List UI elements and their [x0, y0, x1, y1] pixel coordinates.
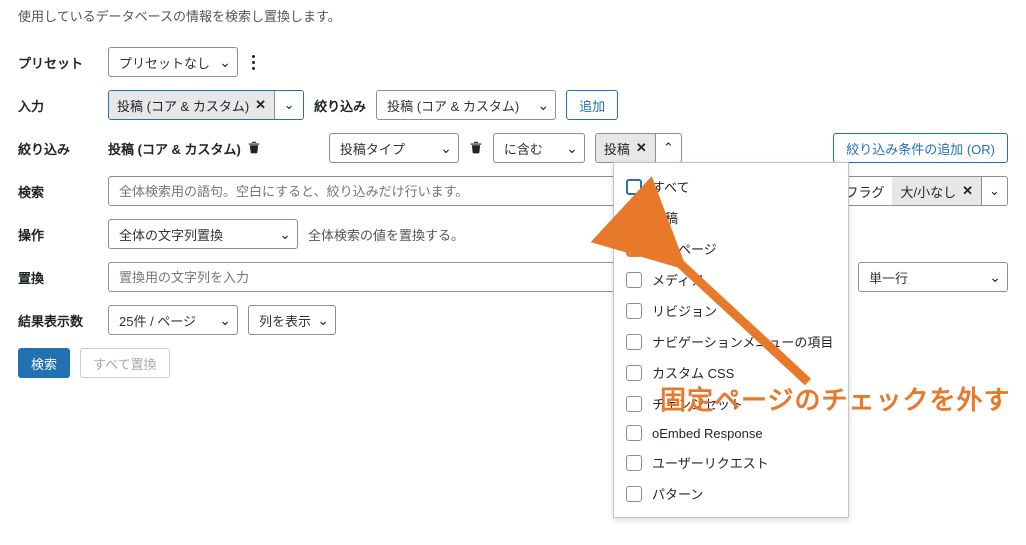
chevron-down-icon: ⌄ [317, 313, 329, 327]
operation-select-value: 全体の文字列置換 [119, 225, 223, 244]
filter-group-title-text: 投稿 (コア & カスタム) [108, 139, 241, 158]
flag-chip: 大/小なし ✕ [892, 177, 981, 205]
post-type-dropdown: すべて投稿固定ページメディアリビジョンナビゲーションメニューの項目カスタム CS… [613, 162, 849, 518]
replace-mode-select[interactable]: 単一行 ⌄ [858, 262, 1008, 292]
filter-group-title: 投稿 (コア & カスタム) [108, 139, 261, 158]
checkbox-icon[interactable] [626, 425, 642, 441]
checkbox-icon[interactable] [626, 365, 642, 381]
checkbox-icon[interactable] [626, 179, 642, 195]
filter-value-tag: 投稿 ✕ [596, 134, 655, 162]
trash-icon[interactable] [469, 140, 483, 157]
chevron-down-icon[interactable]: ⌄ [275, 91, 303, 119]
dropdown-item[interactable]: リビジョン [614, 295, 848, 326]
result-count-row: 結果表示数 25件 / ページ ⌄ 列を表示 ⌄ [18, 305, 1008, 335]
replace-all-button[interactable]: すべて置換 [80, 348, 170, 378]
chevron-down-icon: ⌄ [566, 141, 578, 155]
dropdown-item-label: ナビゲーションメニューの項目 [652, 332, 833, 351]
checkbox-icon[interactable] [626, 272, 642, 288]
search-label: 検索 [18, 182, 108, 201]
add-button[interactable]: 追加 [566, 90, 618, 120]
checkbox-icon[interactable] [626, 455, 642, 471]
filter-source-value: 投稿 (コア & カスタム) [387, 96, 519, 115]
filter-op-value: に含む [504, 139, 543, 158]
dropdown-item-label: oEmbed Response [652, 426, 763, 441]
preset-select[interactable]: プリセットなし ⌄ [108, 47, 238, 77]
ellipsis-vertical-icon[interactable] [248, 55, 259, 70]
filter-op-select[interactable]: に含む ⌄ [493, 133, 585, 163]
dropdown-item[interactable]: 固定ページ [614, 233, 848, 264]
dropdown-item[interactable]: パターン [614, 478, 848, 509]
filter-value-chip[interactable]: 投稿 ✕ ⌃ [595, 133, 682, 163]
dropdown-item[interactable]: 投稿 [614, 202, 848, 233]
close-icon[interactable]: ✕ [255, 97, 266, 113]
input-label: 入力 [18, 96, 108, 115]
replace-row: 置換 単一行 ⌄ [18, 262, 1008, 292]
operation-row: 操作 全体の文字列置換 ⌄ 全体検索の値を置換する。 [18, 219, 1008, 249]
flag-chip-text: 大/小なし [900, 182, 956, 201]
dropdown-item-label: 投稿 [652, 208, 678, 227]
dropdown-item[interactable]: ユーザーリクエスト [614, 447, 848, 478]
chevron-down-icon: ⌄ [219, 55, 231, 69]
checkbox-icon[interactable] [626, 396, 642, 412]
filter-type-select[interactable]: 投稿タイプ ⌄ [329, 133, 459, 163]
chevron-down-icon: ⌄ [219, 313, 231, 327]
replace-label: 置換 [18, 268, 108, 287]
perpage-select[interactable]: 25件 / ページ ⌄ [108, 305, 238, 335]
operation-select[interactable]: 全体の文字列置換 ⌄ [108, 219, 298, 249]
operation-label: 操作 [18, 225, 108, 244]
dropdown-item-label: メディア [652, 270, 703, 289]
action-buttons: 検索 すべて置換 [18, 348, 1008, 378]
input-row: 入力 投稿 (コア & カスタム) ✕ ⌄ 絞り込み 投稿 (コア & カスタム… [18, 90, 1008, 120]
result-count-label: 結果表示数 [18, 311, 108, 330]
input-tag: 投稿 (コア & カスタム) ✕ [109, 91, 275, 119]
search-row: 検索 フラグ 大/小なし ✕ ⌄ すべて投稿固定ページメディアリビジョンナビゲー… [18, 176, 1008, 206]
filter-source-select[interactable]: 投稿 (コア & カスタム) ⌄ [376, 90, 556, 120]
filter-value-text: 投稿 [604, 139, 630, 158]
columns-select[interactable]: 列を表示 ⌄ [248, 305, 336, 335]
operation-hint-text: 全体検索の値を置換する。 [308, 225, 464, 244]
dropdown-item-label: リビジョン [652, 301, 717, 320]
filter-label: 絞り込み [18, 139, 108, 158]
dropdown-item-label: 固定ページ [652, 239, 717, 258]
replace-mode-value: 単一行 [869, 268, 908, 287]
dropdown-item-label: すべて [652, 177, 690, 196]
filter-config-row: 絞り込み 投稿 (コア & カスタム) 投稿タイプ ⌄ に含む ⌄ 投稿 ✕ ⌃… [18, 133, 1008, 163]
input-multiselect[interactable]: 投稿 (コア & カスタム) ✕ ⌄ [108, 90, 304, 120]
dropdown-item[interactable]: oEmbed Response [614, 419, 848, 447]
dropdown-item[interactable]: メディア [614, 264, 848, 295]
filter-type-value: 投稿タイプ [340, 139, 405, 158]
annotation-text: 固定ページのチェックを外す [660, 380, 1010, 417]
chevron-down-icon[interactable]: ⌄ [981, 177, 1007, 205]
page-description: 使用しているデータベースの情報を検索し置換します。 [18, 6, 1008, 25]
columns-value: 列を表示 [259, 311, 311, 330]
checkbox-icon[interactable] [626, 210, 642, 226]
preset-select-value: プリセットなし [119, 53, 210, 72]
flag-select[interactable]: フラグ 大/小なし ✕ ⌄ [836, 176, 1008, 206]
dropdown-item[interactable]: ナビゲーションメニューの項目 [614, 326, 848, 357]
dropdown-item-label: パターン [652, 484, 703, 503]
chevron-down-icon: ⌄ [279, 227, 291, 241]
checkbox-icon[interactable] [626, 486, 642, 502]
checkbox-icon[interactable] [626, 303, 642, 319]
input-tag-text: 投稿 (コア & カスタム) [117, 96, 249, 115]
preset-label: プリセット [18, 53, 108, 72]
search-button[interactable]: 検索 [18, 348, 70, 378]
perpage-value: 25件 / ページ [119, 311, 196, 330]
chevron-down-icon: ⌄ [989, 270, 1001, 284]
checkbox-icon[interactable] [626, 334, 642, 350]
chevron-up-icon[interactable]: ⌃ [655, 134, 681, 162]
checkbox-icon[interactable] [626, 241, 642, 257]
preset-row: プリセット プリセットなし ⌄ [18, 47, 1008, 77]
close-icon[interactable]: ✕ [962, 183, 973, 199]
dropdown-item-label: ユーザーリクエスト [652, 453, 769, 472]
trash-icon[interactable] [247, 140, 261, 157]
dropdown-item[interactable]: すべて [614, 171, 848, 202]
chevron-down-icon: ⌄ [537, 98, 549, 112]
close-icon[interactable]: ✕ [636, 140, 647, 156]
add-or-condition-button[interactable]: 絞り込み条件の追加 (OR) [833, 133, 1008, 163]
filter-inline-label: 絞り込み [314, 96, 366, 115]
chevron-down-icon: ⌄ [440, 141, 452, 155]
